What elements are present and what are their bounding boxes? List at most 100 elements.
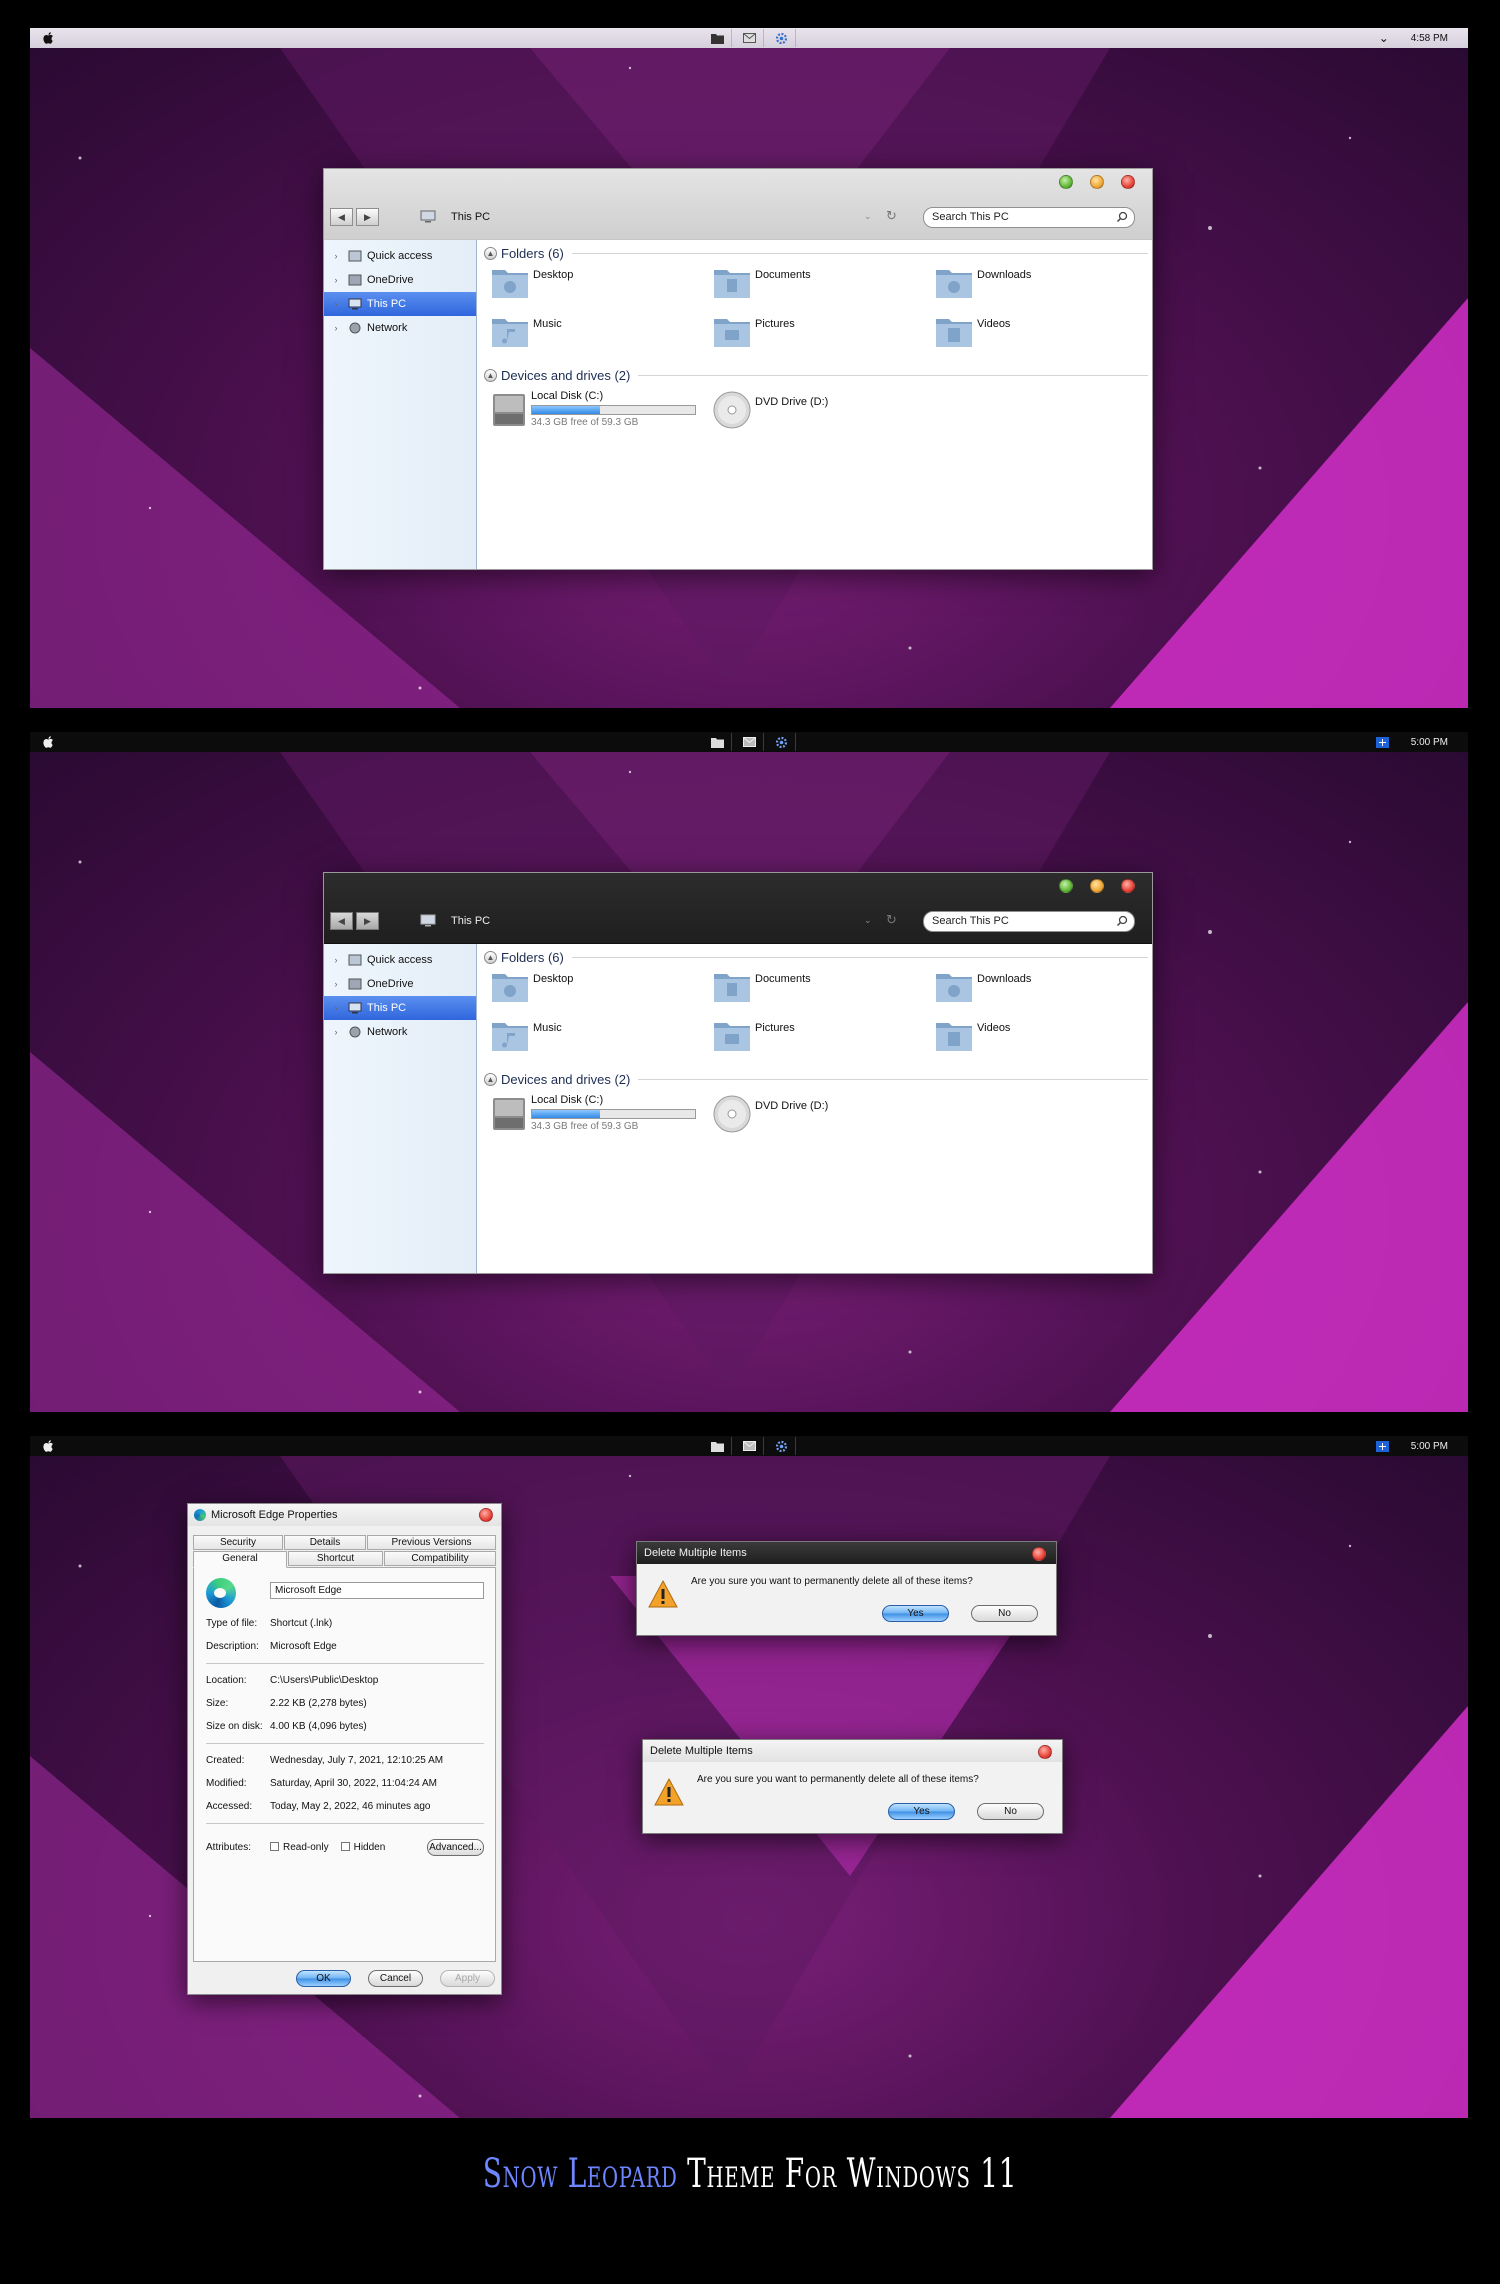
back-button[interactable]: ◀ xyxy=(330,912,353,930)
close-button[interactable] xyxy=(1121,879,1135,893)
mail-icon[interactable] xyxy=(736,1437,764,1455)
checkbox-box[interactable] xyxy=(340,1842,350,1851)
settings-gear-icon[interactable] xyxy=(768,733,796,751)
folder-documents[interactable]: Documents xyxy=(712,264,811,300)
refresh-icon[interactable]: ↻ xyxy=(886,208,897,224)
dialog-titlebar[interactable]: Delete Multiple Items xyxy=(643,1740,1062,1762)
properties-titlebar[interactable]: Microsoft Edge Properties xyxy=(188,1504,501,1526)
shortcut-name-field[interactable]: Microsoft Edge xyxy=(270,1582,484,1599)
notification-flag-icon[interactable] xyxy=(1375,736,1389,748)
address-dropdown-icon[interactable]: ⌄ xyxy=(864,915,872,926)
no-button[interactable]: No xyxy=(971,1605,1038,1622)
close-button[interactable] xyxy=(1121,175,1135,189)
sidebar-item-network[interactable]: › Network xyxy=(324,316,476,340)
sidebar-item-network[interactable]: › Network xyxy=(324,1020,476,1044)
sidebar-item-onedrive[interactable]: › OneDrive xyxy=(324,268,476,292)
close-button[interactable] xyxy=(1032,1547,1046,1561)
folders-group-header[interactable]: ▲ Folders (6) xyxy=(484,950,1148,965)
settings-gear-icon[interactable] xyxy=(768,1437,796,1455)
readonly-checkbox[interactable]: Read-only xyxy=(270,1842,329,1853)
chevron-right-icon[interactable]: › xyxy=(324,955,348,965)
address-dropdown-icon[interactable]: ⌄ xyxy=(864,211,872,222)
folder-icon[interactable] xyxy=(704,29,732,47)
collapse-group-icon[interactable]: ▲ xyxy=(484,369,497,382)
sidebar-item-quick-access[interactable]: › Quick access xyxy=(324,244,476,268)
clock[interactable]: 4:58 PM xyxy=(1411,33,1448,44)
settings-gear-icon[interactable] xyxy=(768,29,796,47)
folder-music[interactable]: Music xyxy=(490,1017,562,1053)
folder-icon[interactable] xyxy=(704,733,732,751)
clock[interactable]: 5:00 PM xyxy=(1411,737,1448,748)
hidden-checkbox[interactable]: Hidden xyxy=(340,1842,385,1853)
mail-icon[interactable] xyxy=(736,733,764,751)
forward-button[interactable]: ▶ xyxy=(356,208,379,226)
search-input[interactable]: Search This PC xyxy=(923,207,1135,228)
tab-previous-versions[interactable]: Previous Versions xyxy=(367,1535,496,1550)
sidebar-item-quick-access[interactable]: › Quick access xyxy=(324,948,476,972)
collapse-group-icon[interactable]: ▲ xyxy=(484,247,497,260)
apply-button[interactable]: Apply xyxy=(440,1970,495,1987)
sidebar-item-this-pc[interactable]: › This PC xyxy=(324,292,476,316)
sidebar-item-this-pc[interactable]: › This PC xyxy=(324,996,476,1020)
chevron-down-icon[interactable]: ⌄ xyxy=(1379,31,1389,45)
folder-desktop[interactable]: Desktop xyxy=(490,968,573,1004)
tab-details[interactable]: Details xyxy=(284,1535,366,1550)
drive-local-disk[interactable]: Local Disk (C:) 34.3 GB free of 59.3 GB xyxy=(490,390,696,430)
chevron-right-icon[interactable]: › xyxy=(324,323,348,333)
chevron-right-icon[interactable]: › xyxy=(324,979,348,989)
yes-button[interactable]: Yes xyxy=(888,1803,955,1820)
forward-button[interactable]: ▶ xyxy=(356,912,379,930)
folders-group-header[interactable]: ▲ Folders (6) xyxy=(484,246,1148,261)
folder-desktop[interactable]: Desktop xyxy=(490,264,573,300)
drive-dvd[interactable]: DVD Drive (D:) xyxy=(712,390,828,430)
ok-button[interactable]: OK xyxy=(296,1970,351,1987)
apple-icon[interactable] xyxy=(42,735,56,749)
drives-group-header[interactable]: ▲ Devices and drives (2) xyxy=(484,368,1148,383)
tab-compatibility[interactable]: Compatibility xyxy=(384,1551,496,1566)
cancel-button[interactable]: Cancel xyxy=(368,1970,423,1987)
minimize-button[interactable] xyxy=(1090,175,1104,189)
no-button[interactable]: No xyxy=(977,1803,1044,1820)
drive-dvd[interactable]: DVD Drive (D:) xyxy=(712,1094,828,1134)
folder-downloads[interactable]: Downloads xyxy=(934,968,1031,1004)
maximize-button[interactable] xyxy=(1059,879,1073,893)
tab-general[interactable]: General xyxy=(193,1551,287,1568)
folder-music[interactable]: Music xyxy=(490,313,562,349)
chevron-right-icon[interactable]: › xyxy=(324,275,348,285)
tab-security[interactable]: Security xyxy=(193,1535,283,1550)
checkbox-box[interactable] xyxy=(270,1842,279,1851)
apple-icon[interactable] xyxy=(42,1439,56,1453)
folder-videos[interactable]: Videos xyxy=(934,313,1010,349)
apple-icon[interactable] xyxy=(42,31,56,45)
notification-flag-icon[interactable] xyxy=(1375,1440,1389,1452)
chevron-right-icon[interactable]: › xyxy=(324,1003,348,1013)
address-bar[interactable]: This PC xyxy=(451,211,490,223)
folder-pictures[interactable]: Pictures xyxy=(712,313,795,349)
chevron-right-icon[interactable]: › xyxy=(324,299,348,309)
drives-group-header[interactable]: ▲ Devices and drives (2) xyxy=(484,1072,1148,1087)
folder-icon[interactable] xyxy=(704,1437,732,1455)
mail-icon[interactable] xyxy=(736,29,764,47)
drive-local-disk[interactable]: Local Disk (C:) 34.3 GB free of 59.3 GB xyxy=(490,1094,696,1134)
folder-downloads[interactable]: Downloads xyxy=(934,264,1031,300)
close-button[interactable] xyxy=(1038,1745,1052,1759)
advanced-button[interactable]: Advanced... xyxy=(427,1839,484,1856)
sidebar-item-onedrive[interactable]: › OneDrive xyxy=(324,972,476,996)
folder-pictures[interactable]: Pictures xyxy=(712,1017,795,1053)
minimize-button[interactable] xyxy=(1090,879,1104,893)
address-bar[interactable]: This PC xyxy=(451,915,490,927)
chevron-right-icon[interactable]: › xyxy=(324,1027,348,1037)
yes-button[interactable]: Yes xyxy=(882,1605,949,1622)
dialog-titlebar[interactable]: Delete Multiple Items xyxy=(637,1542,1056,1564)
search-input[interactable]: Search This PC xyxy=(923,911,1135,932)
close-button[interactable] xyxy=(479,1508,493,1522)
tab-shortcut[interactable]: Shortcut xyxy=(288,1551,383,1566)
folder-documents[interactable]: Documents xyxy=(712,968,811,1004)
refresh-icon[interactable]: ↻ xyxy=(886,912,897,928)
back-button[interactable]: ◀ xyxy=(330,208,353,226)
chevron-right-icon[interactable]: › xyxy=(324,251,348,261)
folder-videos[interactable]: Videos xyxy=(934,1017,1010,1053)
collapse-group-icon[interactable]: ▲ xyxy=(484,1073,497,1086)
collapse-group-icon[interactable]: ▲ xyxy=(484,951,497,964)
clock[interactable]: 5:00 PM xyxy=(1411,1441,1448,1452)
